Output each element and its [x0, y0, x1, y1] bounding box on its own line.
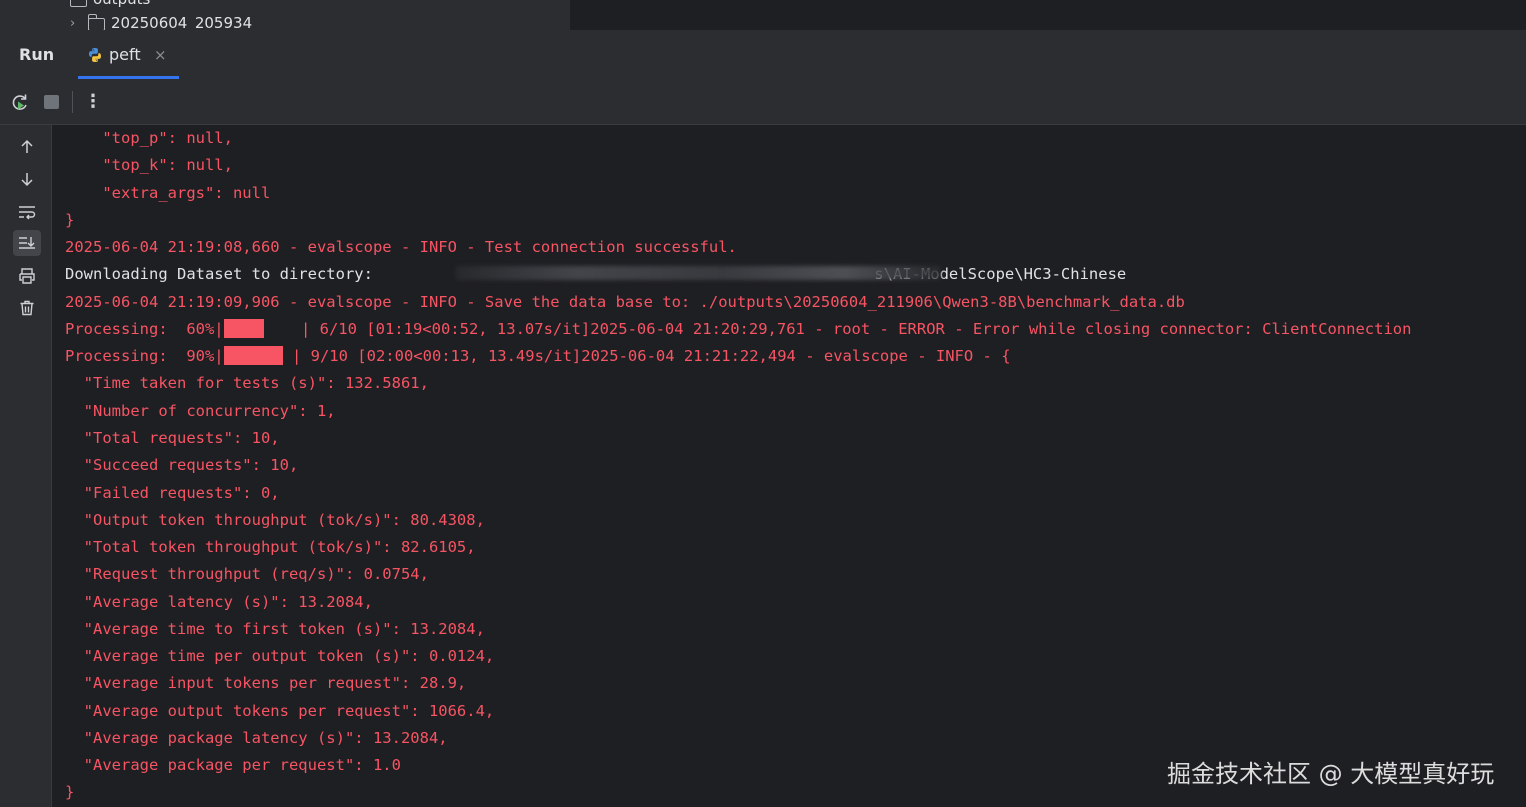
progress-bar-fill [223, 319, 264, 338]
run-tab-bar: Run peft × [0, 30, 1526, 81]
progress-rest: | 9/10 [02:00<00:13, 13.49s/it]2025-06-0… [282, 347, 1011, 365]
console-line: } [65, 211, 75, 229]
console-line: "Time taken for tests (s)": 132.5861, [65, 374, 429, 392]
tree-row-label: outputs [93, 0, 150, 8]
soft-wrap-icon[interactable] [13, 199, 41, 225]
console-line: "Average package per request": 1.0 [65, 756, 401, 774]
more-options-icon[interactable]: ⋮ [84, 90, 102, 114]
progress-prefix: Processing: 90%| [65, 347, 224, 365]
rerun-icon[interactable] [9, 92, 31, 114]
download-text: Downloading Dataset to directory: [65, 265, 383, 283]
folder-icon [87, 13, 105, 30]
run-toolbar: ⋮ [0, 80, 1526, 125]
console-line: "Average latency (s)": 13.2084, [65, 593, 373, 611]
watermark: 掘金技术社区 @ 大模型真好玩 [1167, 760, 1495, 788]
console-line: "extra_args": null [65, 184, 271, 202]
stop-icon[interactable] [44, 95, 59, 109]
toolbar-divider [72, 91, 73, 113]
console-line: "Succeed requests": 10, [65, 456, 299, 474]
python-icon [89, 48, 101, 62]
console-line: 2025-06-04 21:19:08,660 - evalscope - IN… [65, 238, 737, 256]
editor-area [570, 0, 1526, 30]
project-tree-strip: outputs › 20250604_205934 [0, 0, 1526, 30]
progress-bar-fill [223, 346, 283, 365]
up-arrow-icon[interactable] [13, 134, 41, 160]
console-line: "Average time to first token (s)": 13.20… [65, 620, 485, 638]
tab-label: peft [109, 45, 141, 64]
console-line: "Total token throughput (tok/s)": 82.610… [65, 538, 476, 556]
progress-prefix: Processing: 60%| [65, 320, 224, 338]
trash-icon[interactable] [13, 295, 41, 321]
console-line: } [65, 783, 75, 801]
scroll-to-end-icon[interactable] [13, 230, 41, 256]
console-line: 2025-06-04 21:19:09,906 - evalscope - IN… [65, 293, 1185, 311]
console-line: "Request throughput (req/s)": 0.0754, [65, 565, 429, 583]
console-line: "Total requests": 10, [65, 429, 280, 447]
print-icon[interactable] [13, 263, 41, 289]
down-arrow-icon[interactable] [13, 166, 41, 192]
console-output[interactable]: "top_p": null, "top_k": null, "extra_arg… [52, 125, 1526, 807]
console-line: "Average output tokens per request": 106… [65, 702, 495, 720]
console-line: "Average package latency (s)": 13.2084, [65, 729, 448, 747]
tab-peft[interactable]: peft × [78, 30, 179, 79]
tree-row-20250604[interactable]: › 20250604_205934 [70, 13, 253, 31]
console-line: Processing: 90%| | 9/10 [02:00<00:13, 13… [65, 346, 1011, 366]
console-line: "Number of concurrency": 1, [65, 402, 336, 420]
redaction-blur [456, 266, 941, 280]
tree-row-label: 20250604_205934 [111, 14, 253, 30]
console-line: "Average time per output token (s)": 0.0… [65, 647, 495, 665]
console-line: Processing: 60%| | 6/10 [01:19<00:52, 13… [65, 319, 1411, 339]
tree-row-outputs[interactable]: outputs [70, 0, 150, 8]
console-line: "Output token throughput (tok/s)": 80.43… [65, 511, 485, 529]
close-icon[interactable]: × [154, 46, 167, 64]
console-line: "Average input tokens per request": 28.9… [65, 674, 467, 692]
run-panel-title: Run [19, 45, 55, 64]
console-gutter [0, 125, 52, 807]
console-line: "Failed requests": 0, [65, 484, 280, 502]
progress-rest: | 6/10 [01:19<00:52, 13.07s/it]2025-06-0… [263, 320, 1412, 338]
chevron-right-icon[interactable]: › [70, 16, 82, 31]
console-line: "top_p": null, [65, 129, 233, 147]
console-line: "top_k": null, [65, 156, 233, 174]
folder-icon [70, 0, 87, 7]
